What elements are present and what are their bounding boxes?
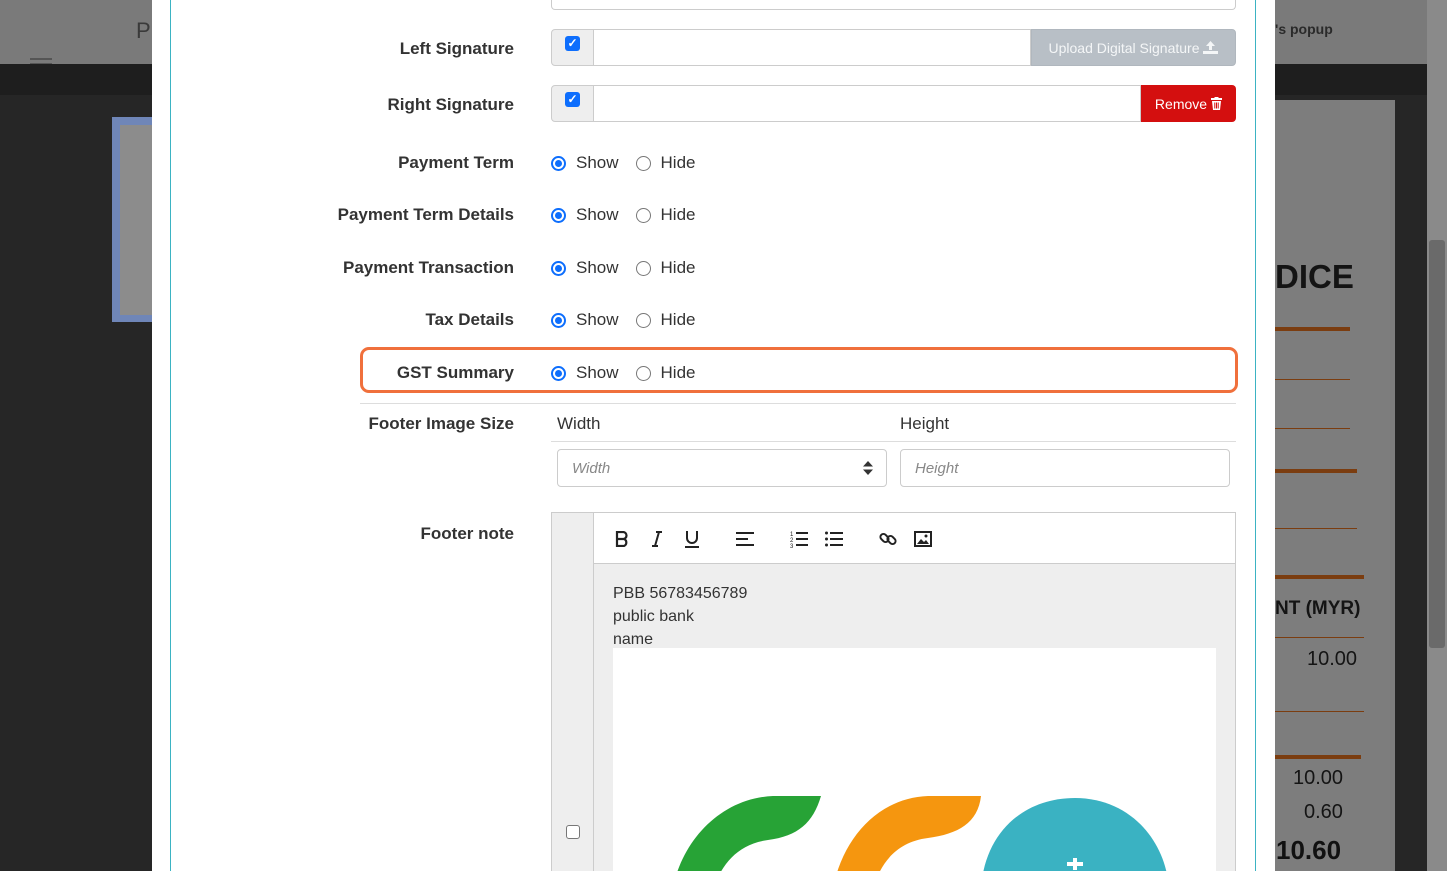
hide-label: Hide [660,363,696,382]
align-left-icon[interactable] [733,527,757,551]
hide-label: Hide [660,205,696,224]
image-icon[interactable] [911,527,935,551]
divider [551,441,1236,442]
previous-field[interactable] [551,0,1236,10]
editor-gutter [552,513,594,871]
width-column-header: Width [557,414,601,433]
tax-details-label: Tax Details [425,310,514,329]
divider [1275,711,1364,712]
payment-term-details-show-radio[interactable] [551,207,566,223]
hide-label: Hide [660,258,696,277]
show-label: Show [576,258,619,277]
payment-term-details-hide-radio[interactable] [635,207,651,223]
trash-icon [1211,97,1223,110]
bold-icon[interactable] [610,527,634,551]
right-signature-group: ✓ Remove [551,85,1236,122]
footer-width-input[interactable]: Width [557,449,887,487]
left-signature-input[interactable] [594,29,1031,66]
divider [1275,528,1357,529]
divider [1275,755,1361,759]
show-label: Show [576,310,619,329]
show-label: Show [576,363,619,382]
scrollbar-thumb[interactable] [1429,240,1445,648]
editor-content[interactable]: PBB 56783456789 public bank name [594,564,1235,871]
payment-transaction-show-radio[interactable] [551,260,566,276]
ordered-list-icon[interactable]: 123 [787,527,811,551]
underline-icon[interactable] [680,527,704,551]
payment-transaction-hide-radio[interactable] [635,260,651,276]
show-label: Show [576,153,619,172]
payment-term-label: Payment Term [398,153,514,172]
footer-height-input[interactable]: Height [900,449,1230,487]
background-tax: 0.60 [1304,801,1343,823]
background-invoice-title: DICE [1275,258,1354,295]
background-total: 10.60 [1276,835,1342,865]
gst-summary-label: GST Summary [396,363,514,382]
remove-signature-label: Remove [1154,95,1208,112]
divider [1275,469,1357,473]
upload-signature-button[interactable]: Upload Digital Signature [1031,29,1236,66]
left-signature-label: Left Signature [399,39,514,58]
company-logo [677,796,1167,871]
page-thumbnail-content [120,125,152,315]
footer-note-checkbox[interactable] [566,825,580,839]
right-signature-checkbox[interactable]: ✓ [565,92,580,107]
divider [1275,379,1350,380]
divider [1275,327,1350,331]
footer-note-text: PBB 56783456789 public bank name [613,582,747,651]
height-column-header: Height [900,414,950,433]
background-amount-header: NT (MYR) [1275,598,1361,619]
italic-icon[interactable] [645,527,669,551]
left-signature-group: ✓ Upload Digital Signature [551,29,1236,66]
payment-term-details-options: Show Hide [551,205,713,225]
gst-summary-hide-radio[interactable] [635,365,651,381]
upload-signature-label: Upload Digital Signature [1048,39,1200,56]
payment-transaction-options: Show Hide [551,258,713,278]
svg-text:3: 3 [790,544,794,548]
show-label: Show [576,205,619,224]
editor-toolbar: 123 [594,513,1235,564]
spinner-icon[interactable] [863,461,873,475]
payment-transaction-label: Payment Transaction [342,258,514,277]
footer-note-line: public bank [613,608,694,625]
footer-note-editor: 123 PBB 56783456789 public bank name [551,512,1236,871]
divider [360,403,1236,404]
payment-term-details-label: Payment Term Details [337,205,514,224]
tax-details-options: Show Hide [551,310,713,330]
background-line-value: 10.00 [1307,648,1358,670]
remove-signature-button[interactable]: Remove [1141,85,1236,122]
footer-note-line: PBB 56783456789 [613,585,748,602]
payment-term-show-radio[interactable] [551,155,566,171]
menu-icon [30,58,52,60]
payment-term-options: Show Hide [551,153,713,173]
right-signature-label: Right Signature [387,95,514,114]
payment-term-hide-radio[interactable] [635,155,651,171]
right-signature-checkbox-wrap: ✓ [551,85,594,122]
divider [1275,575,1364,579]
left-signature-checkbox[interactable]: ✓ [565,36,580,51]
hide-label: Hide [660,310,696,329]
left-signature-checkbox-wrap: ✓ [551,29,594,66]
footer-width-placeholder: Width [572,460,611,477]
tax-details-hide-radio[interactable] [635,312,651,328]
footer-note-label: Footer note [420,524,515,543]
hide-label: Hide [660,153,696,172]
gst-summary-show-radio[interactable] [551,365,566,381]
unordered-list-icon[interactable] [822,527,846,551]
tax-details-show-radio[interactable] [551,312,566,328]
background-title-letter: P [136,18,151,43]
upload-icon [1203,41,1219,54]
gst-summary-options: Show Hide [551,363,713,383]
divider [1275,428,1350,429]
footer-height-placeholder: Height [915,460,959,477]
footer-image-size-label: Footer Image Size [368,414,514,433]
invoice-settings-modal: Left Signature ✓ Upload Digital Signatur… [152,0,1275,871]
right-signature-input[interactable] [594,85,1141,122]
background-subtotal: 10.00 [1293,767,1344,789]
background-popup-text: 's popup [1275,21,1333,37]
footer-logo-image[interactable] [613,648,1216,871]
link-icon[interactable] [876,527,900,551]
divider [1275,637,1364,638]
